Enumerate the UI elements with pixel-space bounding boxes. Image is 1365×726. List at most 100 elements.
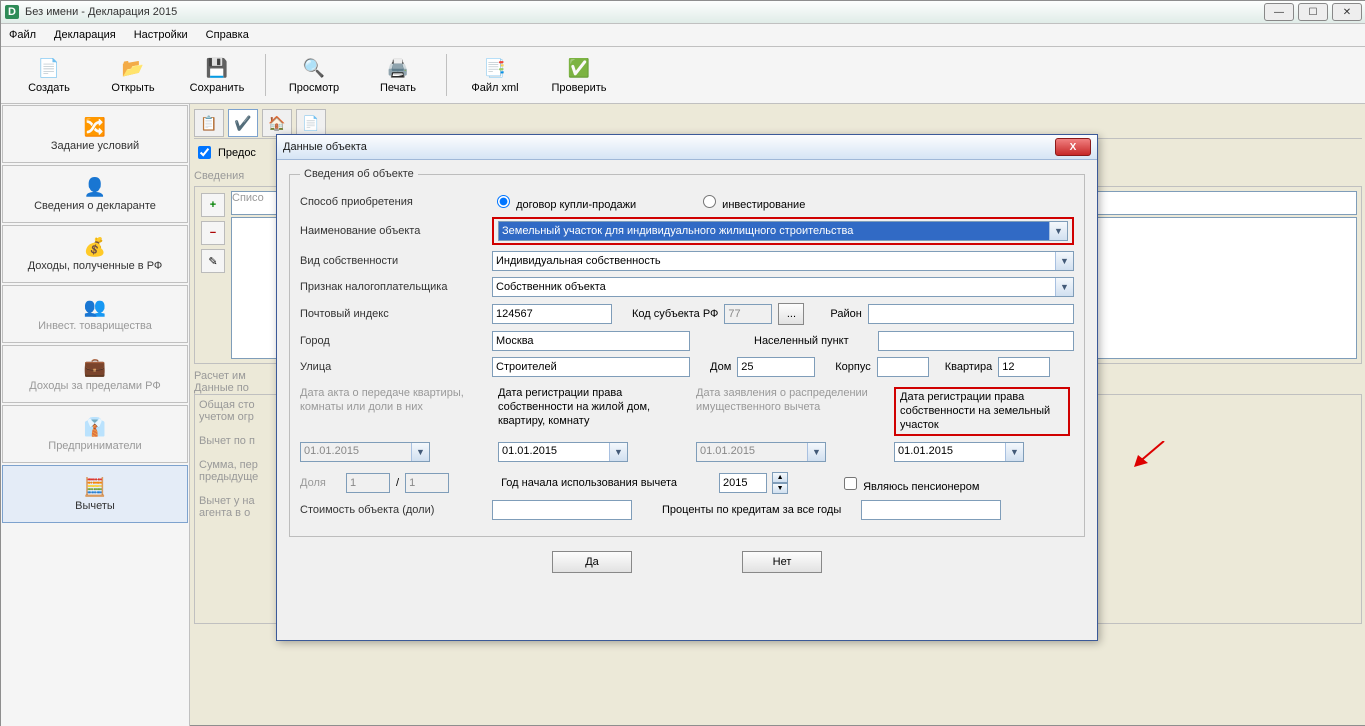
label-taxpayer: Признак налогоплательщика xyxy=(300,281,486,293)
print-icon: 🖨️ xyxy=(386,56,410,80)
region-code-input[interactable] xyxy=(724,304,772,324)
ownership-combo[interactable]: Индивидуальная собственность ▼ xyxy=(492,251,1074,271)
tool-open[interactable]: 📂Открыть xyxy=(93,53,173,97)
flat-input[interactable] xyxy=(998,357,1050,377)
label-settlement: Населенный пункт xyxy=(754,335,872,347)
chevron-down-icon: ▼ xyxy=(1055,278,1073,296)
maximize-button[interactable]: ☐ xyxy=(1298,3,1328,21)
remove-object-button[interactable]: − xyxy=(201,221,225,245)
sidebar-item-entrepreneurs[interactable]: 👔Предприниматели xyxy=(2,405,188,463)
dialog-close-button[interactable]: X xyxy=(1055,138,1091,156)
date-reg-land-picker[interactable]: 01.01.2015▼ xyxy=(894,442,1024,462)
money-bag-icon: 💼 xyxy=(81,356,109,378)
interest-input[interactable] xyxy=(861,500,1001,520)
date-statement-picker[interactable]: 01.01.2015▼ xyxy=(696,442,826,462)
sidebar-item-conditions[interactable]: 🔀Задание условий xyxy=(2,105,188,163)
dialog-title: Данные объекта xyxy=(283,141,367,153)
provide-checkbox-label: Предос xyxy=(218,147,256,159)
object-data-dialog: Данные объекта X Сведения об объекте Спо… xyxy=(276,134,1098,641)
tool-check[interactable]: ✅Проверить xyxy=(539,53,619,97)
close-button[interactable]: ✕ xyxy=(1332,3,1362,21)
city-input[interactable] xyxy=(492,331,690,351)
label-date-reg-land: Дата регистрации права собственности на … xyxy=(900,391,1050,431)
chevron-down-icon: ▼ xyxy=(1055,252,1073,270)
object-name-combo[interactable]: Земельный участок для индивидуального жи… xyxy=(498,221,1068,241)
sidebar-item-income-rf[interactable]: 💰Доходы, полученные в РФ xyxy=(2,225,188,283)
sidebar-item-invest[interactable]: 👥Инвест. товарищества xyxy=(2,285,188,343)
cancel-button[interactable]: Нет xyxy=(742,551,822,573)
provide-checkbox[interactable] xyxy=(198,146,211,159)
calculator-icon: 🧮 xyxy=(81,476,109,498)
house-input[interactable] xyxy=(737,357,815,377)
toolbar: 📄Создать 📂Открыть 💾Сохранить 🔍Просмотр 🖨… xyxy=(1,47,1365,104)
label-house: Дом xyxy=(710,361,731,373)
sidebar-item-deductions[interactable]: 🧮Вычеты xyxy=(2,465,188,523)
district-input[interactable] xyxy=(868,304,1074,324)
label-date-statement: Дата заявления о распределении имуществе… xyxy=(696,387,872,436)
settlement-input[interactable] xyxy=(878,331,1074,351)
add-object-button[interactable]: + xyxy=(201,193,225,217)
radio-buy-label[interactable]: договор купли-продажи xyxy=(492,192,636,211)
tool-save[interactable]: 💾Сохранить xyxy=(177,53,257,97)
menu-help[interactable]: Справка xyxy=(206,29,249,41)
chevron-down-icon: ▼ xyxy=(807,443,825,461)
spin-up-icon: ▲ xyxy=(772,472,788,483)
date-act-picker[interactable]: 01.01.2015▼ xyxy=(300,442,430,462)
label-building: Корпус xyxy=(835,361,870,373)
chevron-down-icon: ▼ xyxy=(411,443,429,461)
save-icon: 💾 xyxy=(205,56,229,80)
app-window: D Без имени - Декларация 2015 — ☐ ✕ Файл… xyxy=(0,0,1365,726)
label-date-act: Дата акта о передаче квартиры, комнаты и… xyxy=(300,387,476,436)
window-title: Без имени - Декларация 2015 xyxy=(25,6,177,18)
label-region-code: Код субъекта РФ xyxy=(632,308,718,320)
taxpayer-combo[interactable]: Собственник объекта ▼ xyxy=(492,277,1074,297)
ok-button[interactable]: Да xyxy=(552,551,632,573)
chevron-down-icon: ▼ xyxy=(1049,222,1067,240)
street-input[interactable] xyxy=(492,357,690,377)
tab-house-icon[interactable]: 🏠 xyxy=(262,109,292,137)
tool-print[interactable]: 🖨️Печать xyxy=(358,53,438,97)
tool-preview[interactable]: 🔍Просмотр xyxy=(274,53,354,97)
tool-create[interactable]: 📄Создать xyxy=(9,53,89,97)
date-reg-house-picker[interactable]: 01.01.2015▼ xyxy=(498,442,628,462)
menu-file[interactable]: Файл xyxy=(9,29,36,41)
tab-doc-icon[interactable]: 📄 xyxy=(296,109,326,137)
partnership-icon: 👥 xyxy=(81,296,109,318)
pensioner-checkbox-label[interactable]: Являюсь пенсионером xyxy=(840,474,979,493)
tab-property-icon[interactable]: ✔️ xyxy=(228,109,258,137)
label-date-reg-land-wrap: Дата регистрации права собственности на … xyxy=(894,387,1070,436)
radio-invest-label[interactable]: инвестирование xyxy=(698,192,805,211)
cost-input[interactable] xyxy=(492,500,632,520)
label-flat: Квартира xyxy=(945,361,993,373)
radio-invest[interactable] xyxy=(703,195,716,208)
tool-xml[interactable]: 📑Файл xml xyxy=(455,53,535,97)
share-num-input[interactable] xyxy=(346,473,390,493)
pensioner-checkbox[interactable] xyxy=(844,477,857,490)
sidebar-item-income-abroad[interactable]: 💼Доходы за пределами РФ xyxy=(2,345,188,403)
postcode-input[interactable] xyxy=(492,304,612,324)
label-cost: Стоимость объекта (доли) xyxy=(300,504,486,516)
share-den-input[interactable] xyxy=(405,473,449,493)
menu-bar: Файл Декларация Настройки Справка xyxy=(1,24,1365,47)
region-picker-button[interactable]: ... xyxy=(778,303,804,325)
date-reg-land-highlight: Дата регистрации права собственности на … xyxy=(894,387,1070,436)
building-input[interactable] xyxy=(877,357,929,377)
object-info-fieldset: Сведения об объекте Способ приобретения … xyxy=(289,168,1085,537)
label-postcode: Почтовый индекс xyxy=(300,308,486,320)
menu-settings[interactable]: Настройки xyxy=(134,29,188,41)
chevron-down-icon: ▼ xyxy=(609,443,627,461)
edit-object-button[interactable]: ✎ xyxy=(201,249,225,273)
label-interest: Проценты по кредитам за все годы xyxy=(662,504,841,516)
app-icon: D xyxy=(5,5,19,19)
year-start-input[interactable] xyxy=(719,473,767,493)
chevron-down-icon: ▼ xyxy=(1005,443,1023,461)
menu-declaration[interactable]: Декларация xyxy=(54,29,116,41)
object-name-highlight: Земельный участок для индивидуального жи… xyxy=(492,217,1074,245)
radio-buy[interactable] xyxy=(497,195,510,208)
minimize-button[interactable]: — xyxy=(1264,3,1294,21)
tab-social-icon[interactable]: 📋 xyxy=(194,109,224,137)
title-bar: D Без имени - Декларация 2015 — ☐ ✕ xyxy=(1,1,1365,24)
label-city: Город xyxy=(300,335,486,347)
sidebar-item-declarant[interactable]: 👤Сведения о декларанте xyxy=(2,165,188,223)
year-spinner[interactable]: ▲▼ xyxy=(772,472,788,494)
